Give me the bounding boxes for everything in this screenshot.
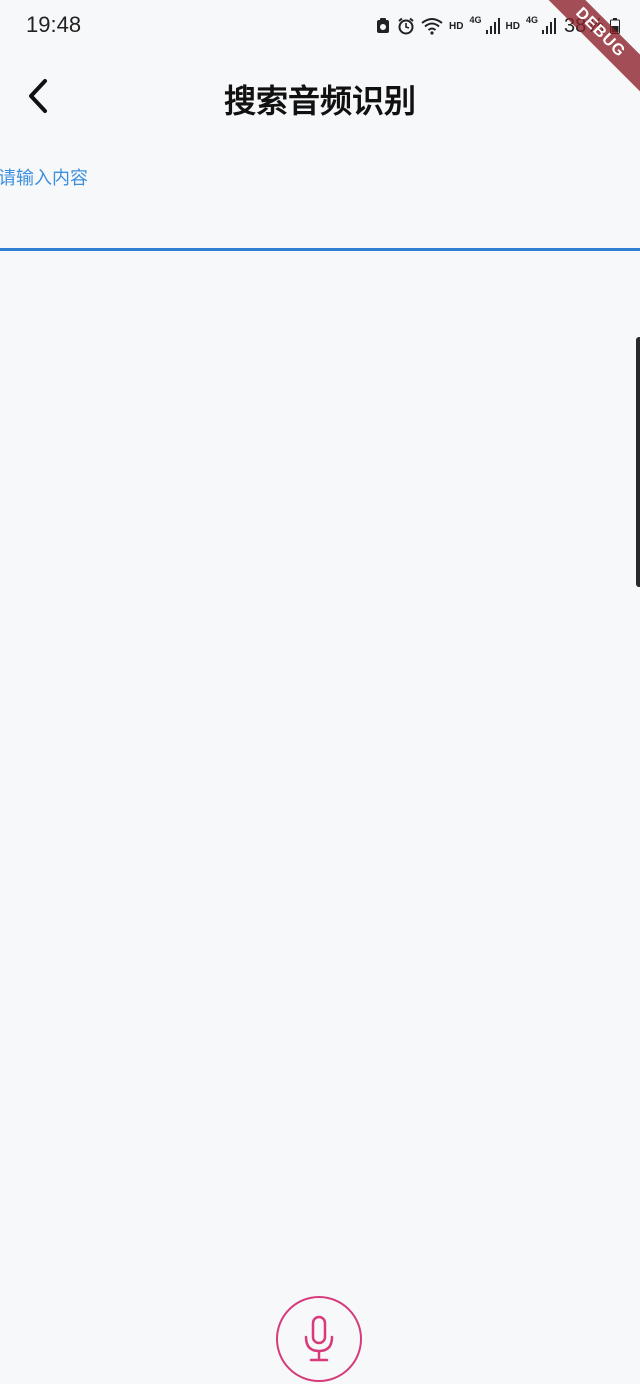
scroll-indicator[interactable] (636, 337, 640, 587)
status-time: 19:48 (26, 12, 82, 37)
microphone-icon (304, 1315, 334, 1362)
status-network-2: 4G (525, 15, 538, 25)
microphone-button[interactable] (276, 1296, 362, 1382)
input-underline (0, 248, 640, 251)
wifi-icon (421, 17, 443, 35)
status-hd-2: HD (505, 20, 520, 32)
search-input[interactable] (0, 150, 640, 250)
app-bar: 搜索音频识别 (0, 52, 640, 144)
signal-icon (485, 17, 500, 35)
search-field[interactable]: 请输入内容 (0, 150, 640, 254)
search-placeholder: 请输入内容 (0, 168, 88, 189)
page-title: 搜索音频识别 (223, 82, 416, 120)
notification-icon (375, 17, 391, 35)
signal-icon-2 (541, 17, 556, 35)
status-hd-1: HD (449, 20, 464, 32)
status-bar: 19:48 HD 4G HD 4G (0, 0, 640, 52)
status-network-1: 4G (469, 15, 482, 25)
alarm-icon (397, 17, 415, 35)
